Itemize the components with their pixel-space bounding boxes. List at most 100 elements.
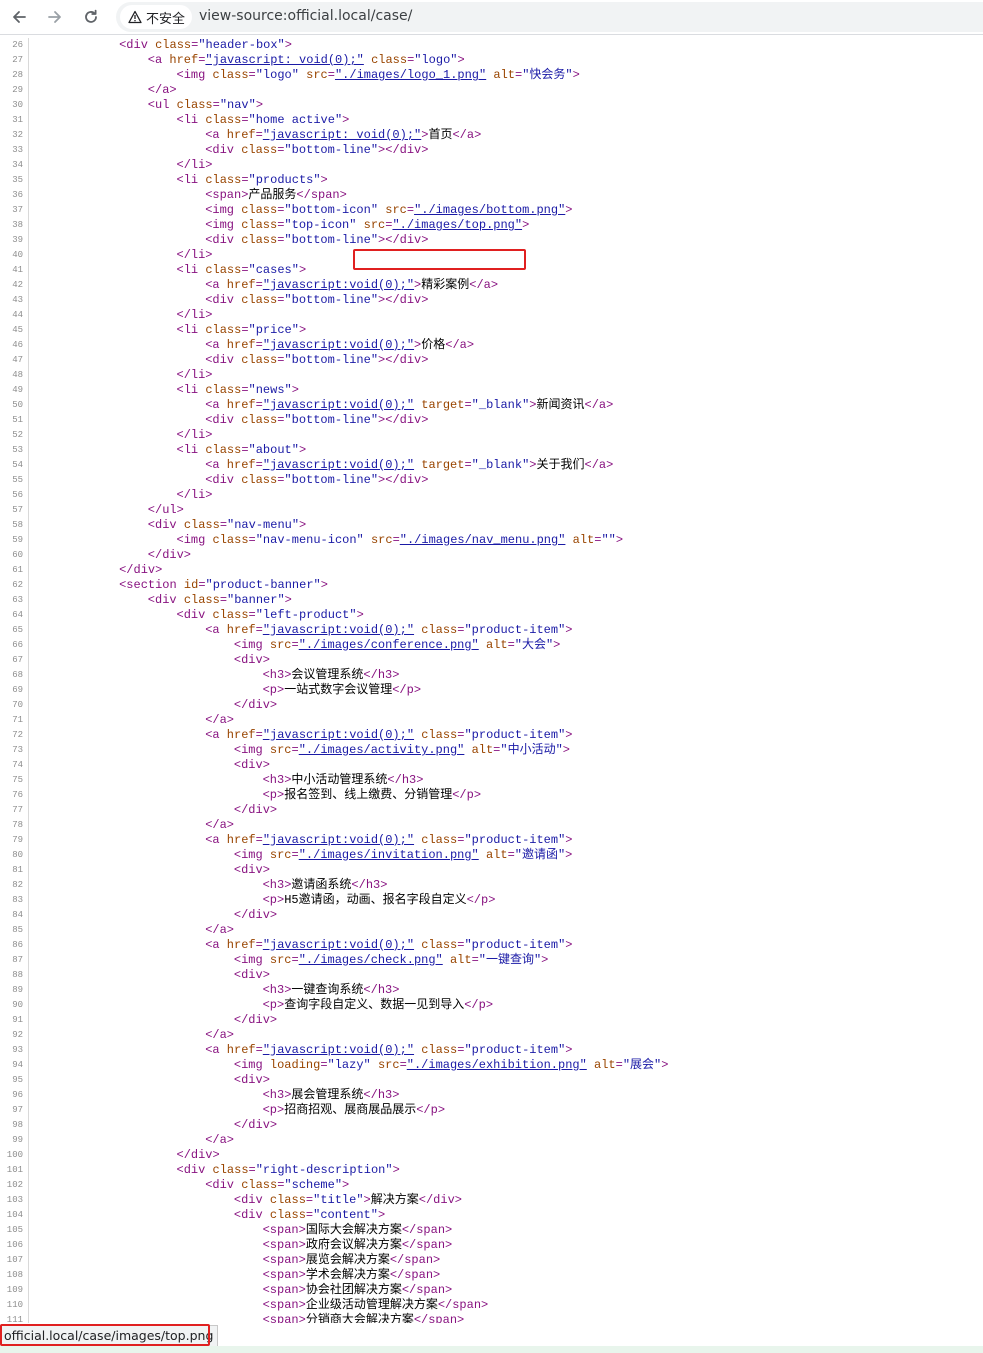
code-text: <li class="price">: [177, 323, 307, 338]
attr-name: href: [226, 938, 256, 952]
tag-token: >: [392, 1163, 400, 1177]
tag-token: =: [399, 1058, 407, 1072]
source-link[interactable]: "./images/top.png": [392, 218, 522, 232]
source-link[interactable]: "./images/invitation.png": [299, 848, 479, 862]
tag-token: </li>: [176, 158, 213, 172]
source-link[interactable]: "javascript: void(0);": [205, 53, 363, 67]
tag-token: <a: [205, 1043, 227, 1057]
source-view: 26 <div class="header-box"> 27 <a href="jav…: [0, 38, 983, 1323]
tag-token: ></div>: [378, 293, 429, 307]
attr-value: "top-icon": [284, 218, 357, 232]
code-text: <span>展览会解决方案</span>: [263, 1253, 441, 1268]
source-link[interactable]: "javascript: void(0);": [263, 128, 421, 142]
source-link[interactable]: "javascript:void(0);": [263, 833, 414, 847]
line-number: 73: [12, 745, 23, 755]
attr-value: "展会": [622, 1058, 662, 1072]
source-link[interactable]: "javascript:void(0);": [263, 728, 414, 742]
attr-name: class: [212, 533, 249, 547]
reload-button[interactable]: [78, 4, 104, 30]
attr-name: loading: [269, 1058, 321, 1072]
code-text: <span>政府会议解决方案</span>: [263, 1238, 453, 1253]
tag-token: </p>: [416, 1103, 446, 1117]
source-link[interactable]: "./images/logo_1.png": [335, 68, 486, 82]
source-link[interactable]: "./images/activity.png": [299, 743, 465, 757]
line-number: 108: [6, 1270, 23, 1280]
source-link[interactable]: "javascript:void(0);": [263, 278, 414, 292]
attr-name: src: [363, 218, 386, 232]
tag-token: =: [507, 638, 515, 652]
security-indicator[interactable]: 不安全: [120, 5, 193, 29]
forward-button[interactable]: [42, 4, 68, 30]
source-line: 71 </a>: [0, 713, 983, 728]
source-line: 86 <a href="javascript:void(0);" class="p…: [0, 938, 983, 953]
address-bar[interactable]: 不安全 view-source:official.local/case/: [116, 2, 983, 32]
source-link[interactable]: "./images/conference.png": [299, 638, 479, 652]
tag-token: <span>: [262, 1223, 306, 1237]
source-link[interactable]: "./images/bottom.png": [414, 203, 565, 217]
tag-token: >: [661, 1058, 669, 1072]
source-line: 109 <span>协会社团解决方案</span>: [0, 1283, 983, 1298]
url-text[interactable]: view-source:official.local/case/: [199, 8, 412, 24]
line-number: 66: [12, 640, 23, 650]
tag-token: </p>: [452, 788, 482, 802]
tag-token: </li>: [176, 308, 213, 322]
tag-token: =: [241, 263, 249, 277]
source-line: 92 </a>: [0, 1028, 983, 1043]
source-line: 58 <div class="nav-menu">: [0, 518, 983, 533]
code-text: </ul>: [148, 503, 184, 518]
source-line: 42 <a href="javascript:void(0);">精彩案例</a>: [0, 278, 983, 293]
source-link[interactable]: "javascript:void(0);": [263, 458, 414, 472]
source-link[interactable]: "./images/exhibition.png": [407, 1058, 587, 1072]
source-link[interactable]: "javascript:void(0);": [263, 938, 414, 952]
source-link[interactable]: "javascript:void(0);": [263, 338, 414, 352]
attr-value: "快会务": [522, 68, 573, 82]
tag-token: <img: [233, 743, 270, 757]
code-text: <div class="bottom-line"></div>: [205, 293, 428, 308]
code-text: </a>: [205, 713, 234, 728]
attr-name: id: [183, 578, 199, 592]
tag-token: <li: [176, 263, 206, 277]
source-link[interactable]: "javascript:void(0);": [263, 1043, 414, 1057]
tag-token: <div: [205, 353, 242, 367]
line-number: 45: [12, 325, 23, 335]
back-button[interactable]: [6, 4, 32, 30]
source-line: 108 <span>学术会解决方案</span>: [0, 1268, 983, 1283]
attr-value: "logo": [255, 68, 299, 82]
security-label: 不安全: [146, 11, 186, 27]
tag-token: [464, 743, 471, 757]
tag-token: [587, 1058, 594, 1072]
code-text: </li>: [177, 248, 213, 263]
source-link[interactable]: "javascript:void(0);": [263, 398, 414, 412]
tag-token: =: [320, 1058, 328, 1072]
tag-token: >: [565, 938, 573, 952]
attr-value: "bottom-line": [284, 473, 379, 487]
text-node: 中小活动管理系统: [291, 773, 388, 787]
source-line: 73 <img src="./images/activity.png" alt="…: [0, 743, 983, 758]
attr-name: class: [205, 173, 242, 187]
attr-value: "bottom-line": [284, 353, 379, 367]
code-text: <a href="javascript:void(0);" class="pro…: [205, 1043, 572, 1058]
attr-name: href: [226, 728, 256, 742]
line-number: 54: [12, 460, 23, 470]
tag-token: >: [298, 323, 307, 337]
source-link[interactable]: "./images/check.png": [299, 953, 443, 967]
attr-name: href: [226, 458, 256, 472]
tag-token: =: [291, 848, 299, 862]
tag-token: <h3>: [262, 668, 292, 682]
line-number: 85: [12, 925, 23, 935]
tag-token: </div>: [147, 548, 192, 562]
source-link[interactable]: "javascript:void(0);": [263, 623, 414, 637]
tag-token: <a: [147, 53, 170, 67]
code-text: <div>: [234, 758, 270, 773]
attr-value: "": [601, 533, 616, 547]
attr-value: "price": [248, 323, 299, 337]
line-number: 62: [12, 580, 23, 590]
tag-token: [371, 1058, 378, 1072]
attr-name: class: [241, 233, 278, 247]
code-text: <p>招商招观、展商展品展示</p>: [263, 1103, 445, 1118]
source-link[interactable]: "./images/nav_menu.png": [400, 533, 566, 547]
text-node: 查询字段自定义、数据一见到导入: [284, 998, 465, 1012]
attr-name: class: [212, 1163, 249, 1177]
attr-name: href: [226, 623, 256, 637]
line-number: 74: [12, 760, 23, 770]
